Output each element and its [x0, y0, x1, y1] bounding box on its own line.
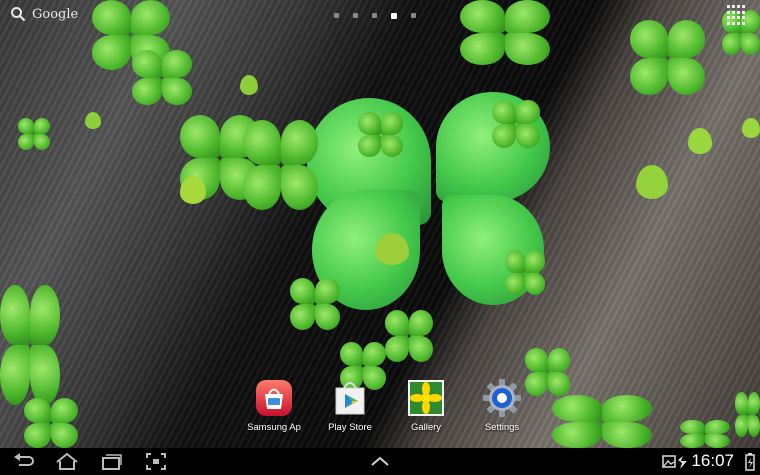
page-dot-active[interactable]: [391, 12, 397, 19]
app-samsung-apps[interactable]: Samsung Ap: [236, 378, 312, 433]
apps-grid-icon[interactable]: [726, 4, 748, 26]
page-dot[interactable]: [353, 13, 358, 18]
clock[interactable]: 16:07: [691, 451, 734, 471]
chevron-up-icon[interactable]: [370, 452, 390, 471]
screenshot-icon[interactable]: [145, 452, 167, 471]
gallery-notification-icon: [662, 455, 687, 469]
google-search-widget[interactable]: Google: [10, 6, 78, 22]
home-page-indicator: [334, 12, 416, 19]
app-label: Settings: [484, 422, 520, 433]
app-label: Samsung Ap: [247, 422, 301, 433]
page-dot[interactable]: [372, 13, 377, 18]
page-dot[interactable]: [334, 13, 339, 18]
navigation-bar: 16:07: [0, 448, 760, 475]
gallery-icon: [406, 378, 446, 418]
app-gallery[interactable]: Gallery: [388, 378, 464, 433]
recent-apps-icon[interactable]: [100, 452, 124, 471]
home-icon[interactable]: [55, 452, 79, 471]
battery-charging-icon: [745, 453, 755, 471]
page-dot[interactable]: [411, 13, 416, 18]
settings-gear-icon: [482, 378, 522, 418]
app-dock: Samsung Ap Play Store Gallery Settings: [236, 378, 540, 433]
play-store-icon: [330, 378, 370, 418]
samsung-apps-icon: [254, 378, 294, 418]
app-label: Play Store: [328, 422, 372, 433]
app-play-store[interactable]: Play Store: [312, 378, 388, 433]
app-settings[interactable]: Settings: [464, 378, 540, 433]
back-icon[interactable]: [12, 452, 36, 471]
search-icon: [11, 7, 26, 22]
app-label: Gallery: [410, 422, 442, 433]
search-widget-label: Google: [32, 6, 79, 22]
